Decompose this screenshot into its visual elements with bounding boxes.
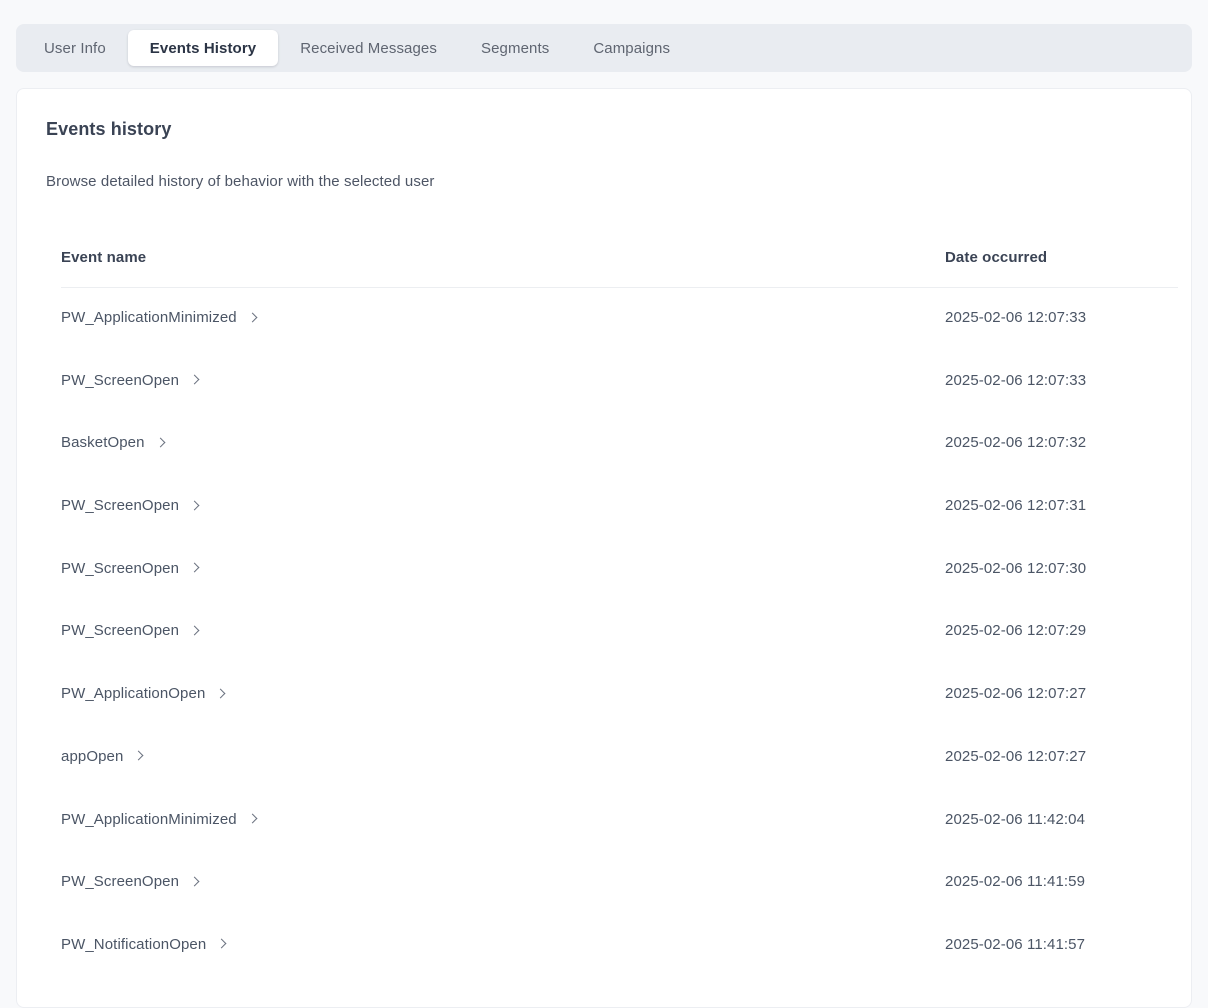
events-history-card: Events history Browse detailed history o… — [16, 88, 1192, 1008]
events-table: Event name Date occurred PW_ApplicationM… — [17, 237, 1191, 978]
date-occurred-cell: 2025-02-06 12:07:30 — [945, 560, 1086, 577]
table-row: PW_ApplicationMinimized 2025-02-06 12:07:… — [61, 288, 1178, 351]
event-name-label: PW_ScreenOpen — [61, 873, 179, 890]
tab-events-history[interactable]: Events History — [128, 30, 278, 66]
tab-segments[interactable]: Segments — [459, 30, 571, 66]
tab-user-info[interactable]: User Info — [22, 30, 128, 66]
event-name-label: PW_NotificationOpen — [61, 936, 206, 953]
date-occurred-cell: 2025-02-06 12:07:29 — [945, 622, 1086, 639]
chevron-right-icon[interactable] — [190, 500, 200, 510]
chevron-right-icon[interactable] — [190, 876, 200, 886]
table-row: PW_ScreenOpen 2025-02-06 12:07:29 — [61, 601, 1178, 664]
chevron-right-icon[interactable] — [247, 312, 257, 322]
chevron-right-icon[interactable] — [190, 375, 200, 385]
date-occurred-cell: 2025-02-06 11:41:57 — [945, 936, 1085, 953]
chevron-right-icon[interactable] — [190, 625, 200, 635]
event-name-label: PW_ScreenOpen — [61, 560, 179, 577]
event-name-cell[interactable]: PW_ScreenOpen — [61, 497, 198, 514]
chevron-right-icon[interactable] — [190, 563, 200, 573]
table-row: BasketOpen 2025-02-06 12:07:32 — [61, 413, 1178, 476]
chevron-right-icon[interactable] — [216, 688, 226, 698]
table-row: PW_ScreenOpen 2025-02-06 12:07:31 — [61, 476, 1178, 539]
event-name-label: BasketOpen — [61, 434, 145, 451]
event-name-cell[interactable]: PW_ApplicationOpen — [61, 685, 224, 702]
event-name-label: appOpen — [61, 748, 123, 765]
event-name-cell[interactable]: PW_ScreenOpen — [61, 873, 198, 890]
date-occurred-cell: 2025-02-06 12:07:31 — [945, 497, 1086, 514]
event-name-cell[interactable]: PW_ScreenOpen — [61, 560, 198, 577]
chevron-right-icon[interactable] — [134, 751, 144, 761]
column-header-date-occurred: Date occurred — [945, 249, 1047, 266]
date-occurred-cell: 2025-02-06 12:07:27 — [945, 748, 1086, 765]
chevron-right-icon[interactable] — [247, 814, 257, 824]
date-occurred-cell: 2025-02-06 12:07:27 — [945, 685, 1086, 702]
table-row: PW_ScreenOpen 2025-02-06 12:07:33 — [61, 351, 1178, 414]
page-subtitle: Browse detailed history of behavior with… — [46, 173, 435, 190]
table-row: PW_ScreenOpen 2025-02-06 11:41:59 — [61, 852, 1178, 915]
event-name-cell[interactable]: PW_NotificationOpen — [61, 936, 225, 953]
event-name-cell[interactable]: PW_ScreenOpen — [61, 372, 198, 389]
event-name-cell[interactable]: PW_ScreenOpen — [61, 622, 198, 639]
table-header-row: Event name Date occurred — [61, 237, 1178, 288]
table-row: appOpen 2025-02-06 12:07:27 — [61, 727, 1178, 790]
column-header-event-name: Event name — [61, 249, 146, 266]
event-name-label: PW_ScreenOpen — [61, 497, 179, 514]
event-name-label: PW_ApplicationOpen — [61, 685, 205, 702]
table-row: PW_ScreenOpen 2025-02-06 12:07:30 — [61, 539, 1178, 602]
tab-bar: User InfoEvents HistoryReceived Messages… — [16, 24, 1192, 72]
event-name-cell[interactable]: appOpen — [61, 748, 142, 765]
table-row: PW_ApplicationOpen 2025-02-06 12:07:27 — [61, 664, 1178, 727]
table-row: PW_NotificationOpen 2025-02-06 11:41:57 — [61, 915, 1178, 978]
event-name-label: PW_ApplicationMinimized — [61, 309, 237, 326]
event-name-label: PW_ScreenOpen — [61, 372, 179, 389]
date-occurred-cell: 2025-02-06 12:07:33 — [945, 372, 1086, 389]
page-title: Events history — [46, 119, 171, 140]
tab-campaigns[interactable]: Campaigns — [571, 30, 692, 66]
event-name-label: PW_ScreenOpen — [61, 622, 179, 639]
date-occurred-cell: 2025-02-06 12:07:33 — [945, 309, 1086, 326]
date-occurred-cell: 2025-02-06 11:42:04 — [945, 811, 1085, 828]
table-body: PW_ApplicationMinimized 2025-02-06 12:07:… — [17, 288, 1191, 978]
tab-received-messages[interactable]: Received Messages — [278, 30, 459, 66]
event-name-label: PW_ApplicationMinimized — [61, 811, 237, 828]
event-name-cell[interactable]: BasketOpen — [61, 434, 164, 451]
table-row: PW_ApplicationMinimized 2025-02-06 11:42:… — [61, 790, 1178, 853]
event-name-cell[interactable]: PW_ApplicationMinimized — [61, 811, 256, 828]
chevron-right-icon[interactable] — [155, 437, 165, 447]
date-occurred-cell: 2025-02-06 12:07:32 — [945, 434, 1086, 451]
event-name-cell[interactable]: PW_ApplicationMinimized — [61, 309, 256, 326]
date-occurred-cell: 2025-02-06 11:41:59 — [945, 873, 1085, 890]
chevron-right-icon[interactable] — [217, 939, 227, 949]
